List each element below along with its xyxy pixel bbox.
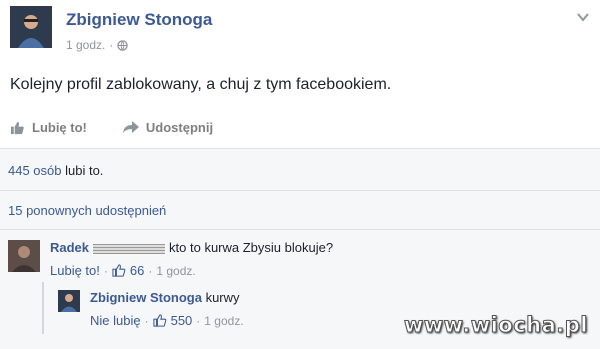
post-time[interactable]: 1 godz. [66, 38, 105, 52]
chevron-down-icon[interactable] [576, 10, 590, 24]
author-avatar[interactable] [10, 6, 52, 48]
share-arrow-icon [122, 121, 139, 133]
thumbs-up-outline-icon [153, 314, 166, 327]
commenter-name[interactable]: Radek [50, 240, 89, 255]
like-label: Lubię to! [32, 120, 87, 135]
likes-suffix: lubi to. [61, 163, 104, 178]
commenter-avatar[interactable] [8, 240, 40, 272]
reply-thread-line [42, 282, 44, 334]
watermark: www.wiocha.pl [403, 313, 588, 338]
meta-separator: · [148, 263, 153, 278]
share-label: Udostępnij [145, 120, 214, 135]
comment-like-count[interactable]: 66 [130, 263, 144, 278]
post-header: Zbigniew Stonoga 1 godz. · [10, 6, 212, 52]
thumbs-up-icon [10, 121, 24, 134]
meta-separator: · [196, 313, 201, 328]
meta-separator: · [109, 38, 114, 52]
likes-summary: 445 osób lubi to. [8, 163, 103, 178]
divider [0, 190, 600, 191]
reply-like-count[interactable]: 550 [171, 313, 193, 328]
reply-unlike-link[interactable]: Nie lubię [90, 313, 141, 328]
facebook-post-card: Zbigniew Stonoga 1 godz. · Kolejny profi… [0, 0, 600, 349]
reply-meta: Nie lubię · 550 · 1 godz. [90, 313, 244, 328]
shares-link[interactable]: 15 ponownych udostępnień [8, 203, 166, 218]
comment-reply: Zbigniew Stonoga kurwy Nie lubię · 550 ·… [58, 290, 244, 328]
thumbs-up-outline-icon [112, 264, 126, 277]
comment-text: kto to kurwa Zbysiu blokuje? [169, 240, 334, 255]
reply-author-name[interactable]: Zbigniew Stonoga [90, 290, 202, 305]
likes-count-link[interactable]: 445 osób [8, 163, 62, 178]
post-actions: Lubię to! Udostępnij [10, 120, 213, 135]
reply-author-avatar[interactable] [58, 290, 80, 312]
reply-text: kurwy [205, 290, 240, 305]
comment-time[interactable]: 1 godz. [156, 264, 195, 278]
post-text: Kolejny profil zablokowany, a chuj z tym… [10, 76, 392, 93]
share-button[interactable]: Udostępnij [122, 120, 214, 135]
meta-separator: · [103, 263, 108, 278]
meta-separator: · [144, 313, 149, 328]
redacted-surname [93, 243, 166, 254]
reply-time[interactable]: 1 godz. [204, 314, 243, 328]
comment-like-link[interactable]: Lubię to! [50, 263, 100, 278]
comment-meta: Lubię to! · 66 · 1 godz. [50, 263, 333, 278]
post-meta: 1 godz. · [66, 38, 212, 52]
post-author-name[interactable]: Zbigniew Stonoga [66, 10, 212, 30]
divider [0, 229, 600, 230]
like-button[interactable]: Lubię to! [10, 120, 87, 135]
comment: Radek kto to kurwa Zbysiu blokuje? Lubię … [8, 240, 333, 278]
globe-icon [117, 39, 129, 51]
